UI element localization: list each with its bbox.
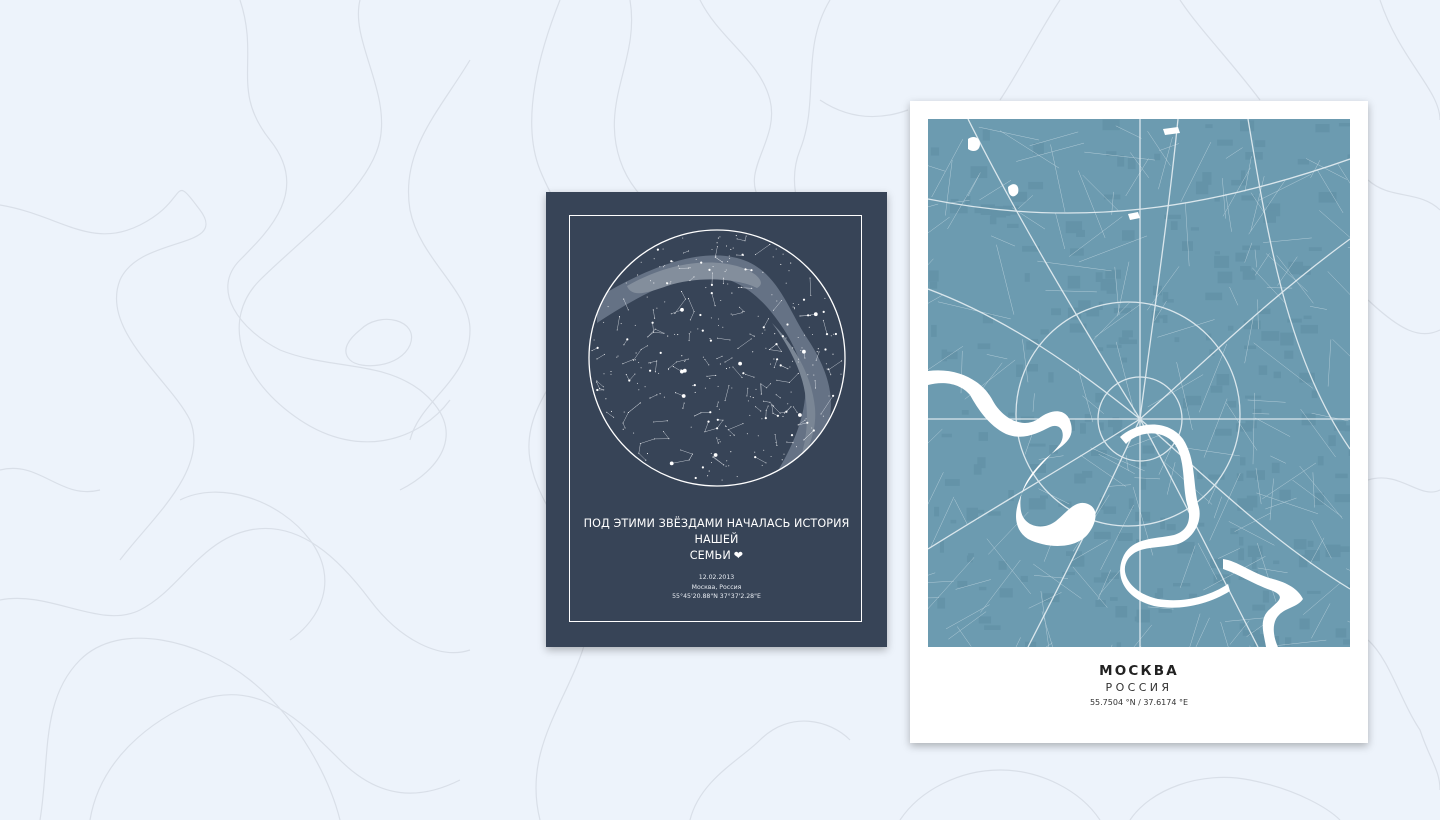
star-coordinates: 55°45'20.88"N 37°37'2.28"E bbox=[672, 593, 761, 600]
city-coordinates: 55.7504 °N / 37.6174 °E bbox=[1089, 698, 1189, 707]
city-name: МОСКВА bbox=[1099, 663, 1179, 679]
caption-line-2: СЕМЬИ bbox=[689, 549, 731, 562]
city-street-map bbox=[928, 119, 1350, 647]
star-date: 12.02.2013 bbox=[698, 574, 735, 581]
star-map-circle bbox=[588, 229, 846, 487]
heart-icon: ❤ bbox=[733, 549, 744, 562]
star-poster-details: 12.02.2013 Москва, Россия 55°45'20.88"N … bbox=[574, 573, 859, 602]
star-map-poster[interactable]: ПОД ЭТИМИ ЗВЁЗДАМИ НАЧАЛАСЬ ИСТОРИЯ НАШЕ… bbox=[546, 192, 887, 647]
country-name: РОССИЯ bbox=[1105, 681, 1173, 694]
star-place: Москва, Россия bbox=[691, 583, 742, 591]
caption-line-1: ПОД ЭТИМИ ЗВЁЗДАМИ НАЧАЛАСЬ ИСТОРИЯ НАШЕ… bbox=[583, 517, 850, 546]
city-map-poster[interactable]: МОСКВА РОССИЯ 55.7504 °N / 37.6174 °E bbox=[910, 101, 1368, 743]
star-poster-caption: ПОД ЭТИМИ ЗВЁЗДАМИ НАЧАЛАСЬ ИСТОРИЯ НАШЕ… bbox=[574, 516, 859, 564]
